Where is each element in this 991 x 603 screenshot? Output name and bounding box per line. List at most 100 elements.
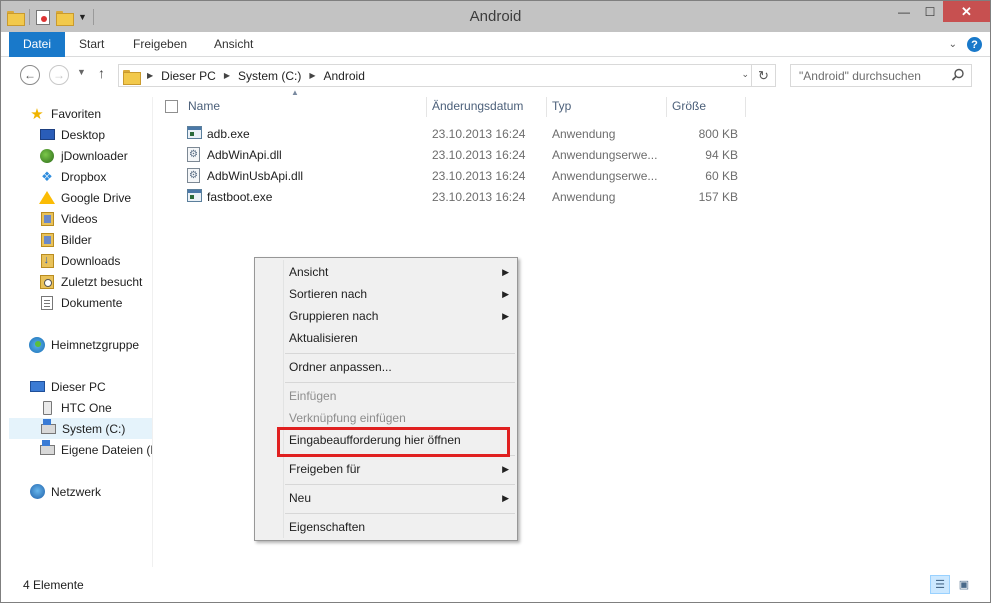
breadcrumb-separator-icon[interactable]: ▶ <box>309 71 315 80</box>
menu-item-label: Freigeben für <box>289 462 361 476</box>
sidebar-item-dieser-pc[interactable]: Dieser PC <box>9 376 152 397</box>
help-icon[interactable]: ? <box>967 37 982 52</box>
sort-ascending-icon: ▲ <box>291 88 299 97</box>
column-divider[interactable] <box>666 97 667 117</box>
sidebar-item-label: Netzwerk <box>51 484 102 499</box>
menu-item-aktualisieren[interactable]: Aktualisieren <box>289 327 511 349</box>
sidebar-item-downloads[interactable]: Downloads <box>9 250 152 271</box>
file-row[interactable]: AdbWinApi.dll 23.10.2013 16:24 Anwendung… <box>183 145 783 166</box>
sidebar-item-dropbox[interactable]: ❖ Dropbox <box>9 166 152 187</box>
recent-places-icon <box>40 274 54 289</box>
tab-ansicht[interactable]: Ansicht <box>202 32 265 57</box>
up-icon[interactable]: ↑ <box>98 65 105 81</box>
sidebar-item-label: Favoriten <box>51 106 102 121</box>
sidebar-item-videos[interactable]: Videos <box>9 208 152 229</box>
tab-freigeben[interactable]: Freigeben <box>121 32 199 57</box>
menu-item-label: Eingabeaufforderung hier öffnen <box>289 433 461 447</box>
file-name: AdbWinUsbApi.dll <box>207 169 304 183</box>
refresh-icon[interactable]: ↻ <box>751 65 775 86</box>
data-drive-icon <box>39 439 55 455</box>
tab-start[interactable]: Start <box>67 32 116 57</box>
sidebar-item-google-drive[interactable]: Google Drive <box>9 187 152 208</box>
title-bar[interactable]: ▼ Android — ☐ ✕ <box>1 1 990 32</box>
menu-item-ordner-anpassen[interactable]: Ordner anpassen... <box>289 356 511 378</box>
select-all-checkbox[interactable] <box>165 100 178 113</box>
close-button[interactable]: ✕ <box>943 1 990 22</box>
sidebar-item-heimnetzgruppe[interactable]: Heimnetzgruppe <box>9 334 152 355</box>
back-button[interactable]: ← <box>20 65 40 85</box>
file-type: Anwendung <box>552 190 616 204</box>
file-row[interactable]: adb.exe 23.10.2013 16:24 Anwendung 800 K… <box>183 124 783 145</box>
large-icons-view-icon[interactable]: ▣ <box>954 575 974 594</box>
address-dropdown-icon[interactable]: ⌄ <box>741 69 749 80</box>
context-menu: Ansicht ▶ Sortieren nach ▶ Gruppieren na… <box>254 257 518 541</box>
phone-icon <box>42 400 52 415</box>
sidebar-item-label: Eigene Dateien (D <box>61 442 152 457</box>
sidebar-item-jdownloader[interactable]: jDownloader <box>9 145 152 166</box>
sidebar-item-bilder[interactable]: Bilder <box>9 229 152 250</box>
submenu-arrow-icon: ▶ <box>502 289 509 299</box>
breadcrumb-separator-icon[interactable]: ▶ <box>147 71 153 80</box>
sidebar-item-label: Google Drive <box>61 190 132 205</box>
breadcrumb-android[interactable]: Android <box>324 69 365 83</box>
address-bar[interactable]: ▶ Dieser PC ▶ System (C:) ▶ Android ⌄ ↻ <box>118 64 776 87</box>
column-header-size[interactable]: Größe <box>672 93 706 119</box>
tab-datei[interactable]: Datei <box>9 32 66 57</box>
search-icon[interactable] <box>951 68 965 85</box>
minimize-button[interactable]: — <box>891 1 917 22</box>
downloads-folder-icon <box>40 253 54 268</box>
breadcrumb-system-c[interactable]: System (C:) <box>238 69 301 83</box>
file-row[interactable]: AdbWinUsbApi.dll 23.10.2013 16:24 Anwend… <box>183 166 783 187</box>
dropbox-icon: ❖ <box>41 168 53 184</box>
breadcrumb-separator-icon[interactable]: ▶ <box>224 71 230 80</box>
navigation-bar: ← → ▼ ↑ ▶ Dieser PC ▶ System (C:) ▶ Andr… <box>1 58 990 94</box>
sidebar-item-zuletzt-besucht[interactable]: Zuletzt besucht <box>9 271 152 292</box>
column-header-name[interactable]: Name <box>188 93 220 119</box>
column-divider[interactable] <box>546 97 547 117</box>
menu-item-neu[interactable]: Neu ▶ <box>289 487 511 509</box>
pane-divider[interactable] <box>152 97 153 567</box>
sidebar-item-favoriten[interactable]: ★ Favoriten <box>9 103 152 124</box>
recent-locations-icon[interactable]: ▼ <box>77 67 86 77</box>
menu-item-label: Verknüpfung einfügen <box>289 411 406 425</box>
menu-item-eigenschaften[interactable]: Eigenschaften <box>289 516 511 538</box>
column-divider[interactable] <box>426 97 427 117</box>
sidebar-item-eigene-dateien[interactable]: Eigene Dateien (D <box>9 439 152 460</box>
sidebar-item-system-c[interactable]: System (C:) <box>9 418 152 439</box>
menu-item-label: Einfügen <box>289 389 337 403</box>
file-date: 23.10.2013 16:24 <box>432 148 526 162</box>
search-input[interactable]: "Android" durchsuchen <box>790 64 972 87</box>
menu-item-label: Eigenschaften <box>289 520 366 534</box>
forward-button[interactable]: → <box>49 65 69 85</box>
file-date: 23.10.2013 16:24 <box>432 169 526 183</box>
file-row[interactable]: fastboot.exe 23.10.2013 16:24 Anwendung … <box>183 187 783 208</box>
sidebar-item-label: Videos <box>61 211 98 226</box>
column-header-type[interactable]: Typ <box>552 93 571 119</box>
sidebar-item-dokumente[interactable]: Dokumente <box>9 292 152 313</box>
star-icon: ★ <box>30 105 44 123</box>
column-header-date[interactable]: Änderungsdatum <box>432 93 523 119</box>
view-switcher: ☰ ▣ <box>930 575 974 594</box>
menu-item-ansicht[interactable]: Ansicht ▶ <box>289 261 511 283</box>
file-size: 94 KB <box>705 148 738 162</box>
menu-item-eingabeaufforderung[interactable]: Eingabeaufforderung hier öffnen <box>289 429 511 451</box>
sidebar-item-htc-one[interactable]: HTC One <box>9 397 152 418</box>
expand-ribbon-icon[interactable]: ⌄ <box>949 39 957 50</box>
menu-item-einfuegen[interactable]: Einfügen <box>289 385 511 407</box>
file-size: 157 KB <box>698 190 738 204</box>
file-name: adb.exe <box>207 127 250 141</box>
window-title: Android <box>469 8 522 25</box>
menu-item-verknuepfung-einfuegen[interactable]: Verknüpfung einfügen <box>289 407 511 429</box>
details-view-icon[interactable]: ☰ <box>930 575 950 594</box>
sidebar-item-netzwerk[interactable]: Netzwerk <box>9 481 152 502</box>
menu-item-freigeben-fuer[interactable]: Freigeben für ▶ <box>289 458 511 480</box>
column-divider[interactable] <box>745 97 746 117</box>
explorer-window: ▼ Android — ☐ ✕ Datei Start Freigeben An… <box>0 0 991 603</box>
menu-item-sortieren-nach[interactable]: Sortieren nach ▶ <box>289 283 511 305</box>
application-icon <box>187 126 202 139</box>
breadcrumb-dieser-pc[interactable]: Dieser PC <box>161 69 216 83</box>
sidebar-item-desktop[interactable]: Desktop <box>9 124 152 145</box>
menu-item-gruppieren-nach[interactable]: Gruppieren nach ▶ <box>289 305 511 327</box>
maximize-button[interactable]: ☐ <box>917 1 943 22</box>
menu-item-label: Neu <box>289 491 312 505</box>
